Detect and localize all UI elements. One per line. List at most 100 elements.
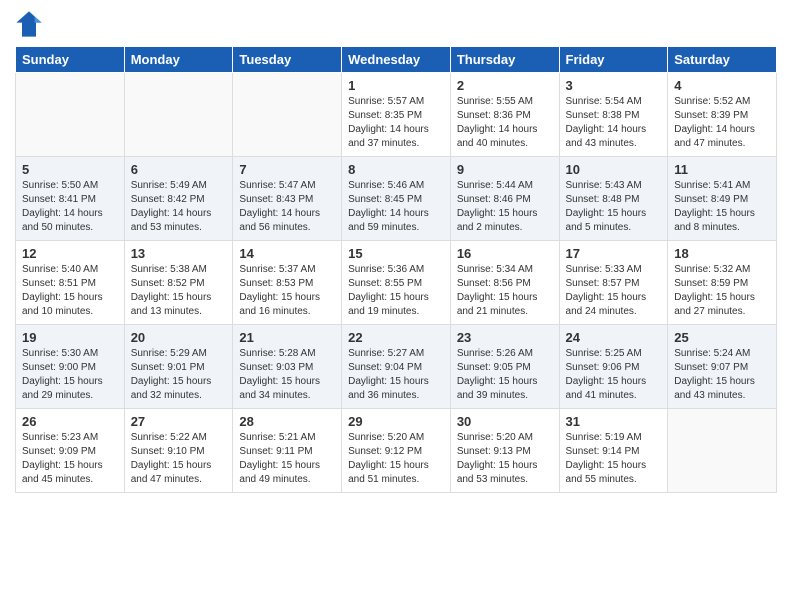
- day-details: Sunrise: 5:49 AM Sunset: 8:42 PM Dayligh…: [131, 179, 227, 235]
- day-details: Sunrise: 5:57 AM Sunset: 8:35 PM Dayligh…: [348, 95, 444, 151]
- calendar-cell: 21 Sunrise: 5:28 AM Sunset: 9:03 PM Dayli…: [233, 325, 342, 409]
- weekday-header-row: SundayMondayTuesdayWednesdayThursdayFrid…: [16, 47, 777, 73]
- day-details: Sunrise: 5:34 AM Sunset: 8:56 PM Dayligh…: [457, 263, 553, 319]
- calendar-week-row: 26 Sunrise: 5:23 AM Sunset: 9:09 PM Dayli…: [16, 409, 777, 493]
- day-number: 22: [348, 330, 444, 345]
- day-number: 11: [674, 162, 770, 177]
- day-details: Sunrise: 5:43 AM Sunset: 8:48 PM Dayligh…: [566, 179, 662, 235]
- day-details: Sunrise: 5:36 AM Sunset: 8:55 PM Dayligh…: [348, 263, 444, 319]
- weekday-header-tuesday: Tuesday: [233, 47, 342, 73]
- calendar-cell: 25 Sunrise: 5:24 AM Sunset: 9:07 PM Dayli…: [668, 325, 777, 409]
- calendar-cell: 24 Sunrise: 5:25 AM Sunset: 9:06 PM Dayli…: [559, 325, 668, 409]
- day-number: 24: [566, 330, 662, 345]
- day-details: Sunrise: 5:25 AM Sunset: 9:06 PM Dayligh…: [566, 347, 662, 403]
- calendar-cell: 2Sunrise: 5:55 AM Sunset: 8:36 PM Daylig…: [450, 73, 559, 157]
- day-details: Sunrise: 5:47 AM Sunset: 8:43 PM Dayligh…: [239, 179, 335, 235]
- calendar-cell: [16, 73, 125, 157]
- day-details: Sunrise: 5:27 AM Sunset: 9:04 PM Dayligh…: [348, 347, 444, 403]
- day-details: Sunrise: 5:20 AM Sunset: 9:12 PM Dayligh…: [348, 431, 444, 487]
- calendar-cell: 11Sunrise: 5:41 AM Sunset: 8:49 PM Dayli…: [668, 157, 777, 241]
- day-details: Sunrise: 5:44 AM Sunset: 8:46 PM Dayligh…: [457, 179, 553, 235]
- day-details: Sunrise: 5:20 AM Sunset: 9:13 PM Dayligh…: [457, 431, 553, 487]
- calendar-week-row: 12 Sunrise: 5:40 AM Sunset: 8:51 PM Dayli…: [16, 241, 777, 325]
- calendar-cell: 18Sunrise: 5:32 AM Sunset: 8:59 PM Dayli…: [668, 241, 777, 325]
- weekday-header-monday: Monday: [124, 47, 233, 73]
- day-number: 13: [131, 246, 227, 261]
- day-details: Sunrise: 5:30 AM Sunset: 9:00 PM Dayligh…: [22, 347, 118, 403]
- calendar-cell: 9 Sunrise: 5:44 AM Sunset: 8:46 PM Daylig…: [450, 157, 559, 241]
- day-number: 21: [239, 330, 335, 345]
- day-number: 3: [566, 78, 662, 93]
- weekday-header-wednesday: Wednesday: [342, 47, 451, 73]
- calendar-cell: 14 Sunrise: 5:37 AM Sunset: 8:53 PM Dayli…: [233, 241, 342, 325]
- day-details: Sunrise: 5:50 AM Sunset: 8:41 PM Dayligh…: [22, 179, 118, 235]
- day-number: 19: [22, 330, 118, 345]
- day-details: Sunrise: 5:54 AM Sunset: 8:38 PM Dayligh…: [566, 95, 662, 151]
- day-number: 14: [239, 246, 335, 261]
- calendar-week-row: 5 Sunrise: 5:50 AM Sunset: 8:41 PM Daylig…: [16, 157, 777, 241]
- day-details: Sunrise: 5:46 AM Sunset: 8:45 PM Dayligh…: [348, 179, 444, 235]
- day-details: Sunrise: 5:28 AM Sunset: 9:03 PM Dayligh…: [239, 347, 335, 403]
- day-details: Sunrise: 5:22 AM Sunset: 9:10 PM Dayligh…: [131, 431, 227, 487]
- day-details: Sunrise: 5:19 AM Sunset: 9:14 PM Dayligh…: [566, 431, 662, 487]
- day-number: 12: [22, 246, 118, 261]
- calendar-cell: 30Sunrise: 5:20 AM Sunset: 9:13 PM Dayli…: [450, 409, 559, 493]
- day-number: 6: [131, 162, 227, 177]
- calendar-cell: 8 Sunrise: 5:46 AM Sunset: 8:45 PM Daylig…: [342, 157, 451, 241]
- day-number: 27: [131, 414, 227, 429]
- calendar-cell: 28 Sunrise: 5:21 AM Sunset: 9:11 PM Dayli…: [233, 409, 342, 493]
- day-number: 5: [22, 162, 118, 177]
- day-number: 20: [131, 330, 227, 345]
- day-details: Sunrise: 5:23 AM Sunset: 9:09 PM Dayligh…: [22, 431, 118, 487]
- day-details: Sunrise: 5:40 AM Sunset: 8:51 PM Dayligh…: [22, 263, 118, 319]
- calendar-cell: 7 Sunrise: 5:47 AM Sunset: 8:43 PM Daylig…: [233, 157, 342, 241]
- calendar-cell: 16 Sunrise: 5:34 AM Sunset: 8:56 PM Dayli…: [450, 241, 559, 325]
- calendar-cell: 5 Sunrise: 5:50 AM Sunset: 8:41 PM Daylig…: [16, 157, 125, 241]
- logo: [15, 10, 47, 38]
- calendar-cell: 20 Sunrise: 5:29 AM Sunset: 9:01 PM Dayli…: [124, 325, 233, 409]
- weekday-header-saturday: Saturday: [668, 47, 777, 73]
- day-number: 9: [457, 162, 553, 177]
- day-details: Sunrise: 5:37 AM Sunset: 8:53 PM Dayligh…: [239, 263, 335, 319]
- calendar-cell: [668, 409, 777, 493]
- day-number: 16: [457, 246, 553, 261]
- calendar-cell: 27 Sunrise: 5:22 AM Sunset: 9:10 PM Dayli…: [124, 409, 233, 493]
- day-details: Sunrise: 5:32 AM Sunset: 8:59 PM Dayligh…: [674, 263, 770, 319]
- calendar-week-row: 1 Sunrise: 5:57 AM Sunset: 8:35 PM Daylig…: [16, 73, 777, 157]
- weekday-header-sunday: Sunday: [16, 47, 125, 73]
- calendar-cell: 4Sunrise: 5:52 AM Sunset: 8:39 PM Daylig…: [668, 73, 777, 157]
- day-number: 15: [348, 246, 444, 261]
- day-details: Sunrise: 5:24 AM Sunset: 9:07 PM Dayligh…: [674, 347, 770, 403]
- calendar-cell: [233, 73, 342, 157]
- calendar-cell: 13Sunrise: 5:38 AM Sunset: 8:52 PM Dayli…: [124, 241, 233, 325]
- day-details: Sunrise: 5:33 AM Sunset: 8:57 PM Dayligh…: [566, 263, 662, 319]
- day-details: Sunrise: 5:29 AM Sunset: 9:01 PM Dayligh…: [131, 347, 227, 403]
- weekday-header-friday: Friday: [559, 47, 668, 73]
- day-number: 28: [239, 414, 335, 429]
- day-details: Sunrise: 5:26 AM Sunset: 9:05 PM Dayligh…: [457, 347, 553, 403]
- day-number: 23: [457, 330, 553, 345]
- calendar-cell: 12 Sunrise: 5:40 AM Sunset: 8:51 PM Dayli…: [16, 241, 125, 325]
- calendar-cell: 19 Sunrise: 5:30 AM Sunset: 9:00 PM Dayli…: [16, 325, 125, 409]
- day-number: 17: [566, 246, 662, 261]
- calendar-week-row: 19 Sunrise: 5:30 AM Sunset: 9:00 PM Dayli…: [16, 325, 777, 409]
- day-number: 1: [348, 78, 444, 93]
- calendar-cell: 1 Sunrise: 5:57 AM Sunset: 8:35 PM Daylig…: [342, 73, 451, 157]
- day-number: 8: [348, 162, 444, 177]
- calendar-cell: 26 Sunrise: 5:23 AM Sunset: 9:09 PM Dayli…: [16, 409, 125, 493]
- day-details: Sunrise: 5:21 AM Sunset: 9:11 PM Dayligh…: [239, 431, 335, 487]
- day-number: 7: [239, 162, 335, 177]
- day-number: 25: [674, 330, 770, 345]
- calendar-cell: 3 Sunrise: 5:54 AM Sunset: 8:38 PM Daylig…: [559, 73, 668, 157]
- calendar-cell: 6 Sunrise: 5:49 AM Sunset: 8:42 PM Daylig…: [124, 157, 233, 241]
- calendar-cell: 10 Sunrise: 5:43 AM Sunset: 8:48 PM Dayli…: [559, 157, 668, 241]
- day-number: 2: [457, 78, 553, 93]
- calendar-cell: 23 Sunrise: 5:26 AM Sunset: 9:05 PM Dayli…: [450, 325, 559, 409]
- day-number: 31: [566, 414, 662, 429]
- day-number: 10: [566, 162, 662, 177]
- day-number: 26: [22, 414, 118, 429]
- calendar-cell: 15 Sunrise: 5:36 AM Sunset: 8:55 PM Dayli…: [342, 241, 451, 325]
- calendar-cell: 22 Sunrise: 5:27 AM Sunset: 9:04 PM Dayli…: [342, 325, 451, 409]
- day-number: 4: [674, 78, 770, 93]
- calendar-cell: [124, 73, 233, 157]
